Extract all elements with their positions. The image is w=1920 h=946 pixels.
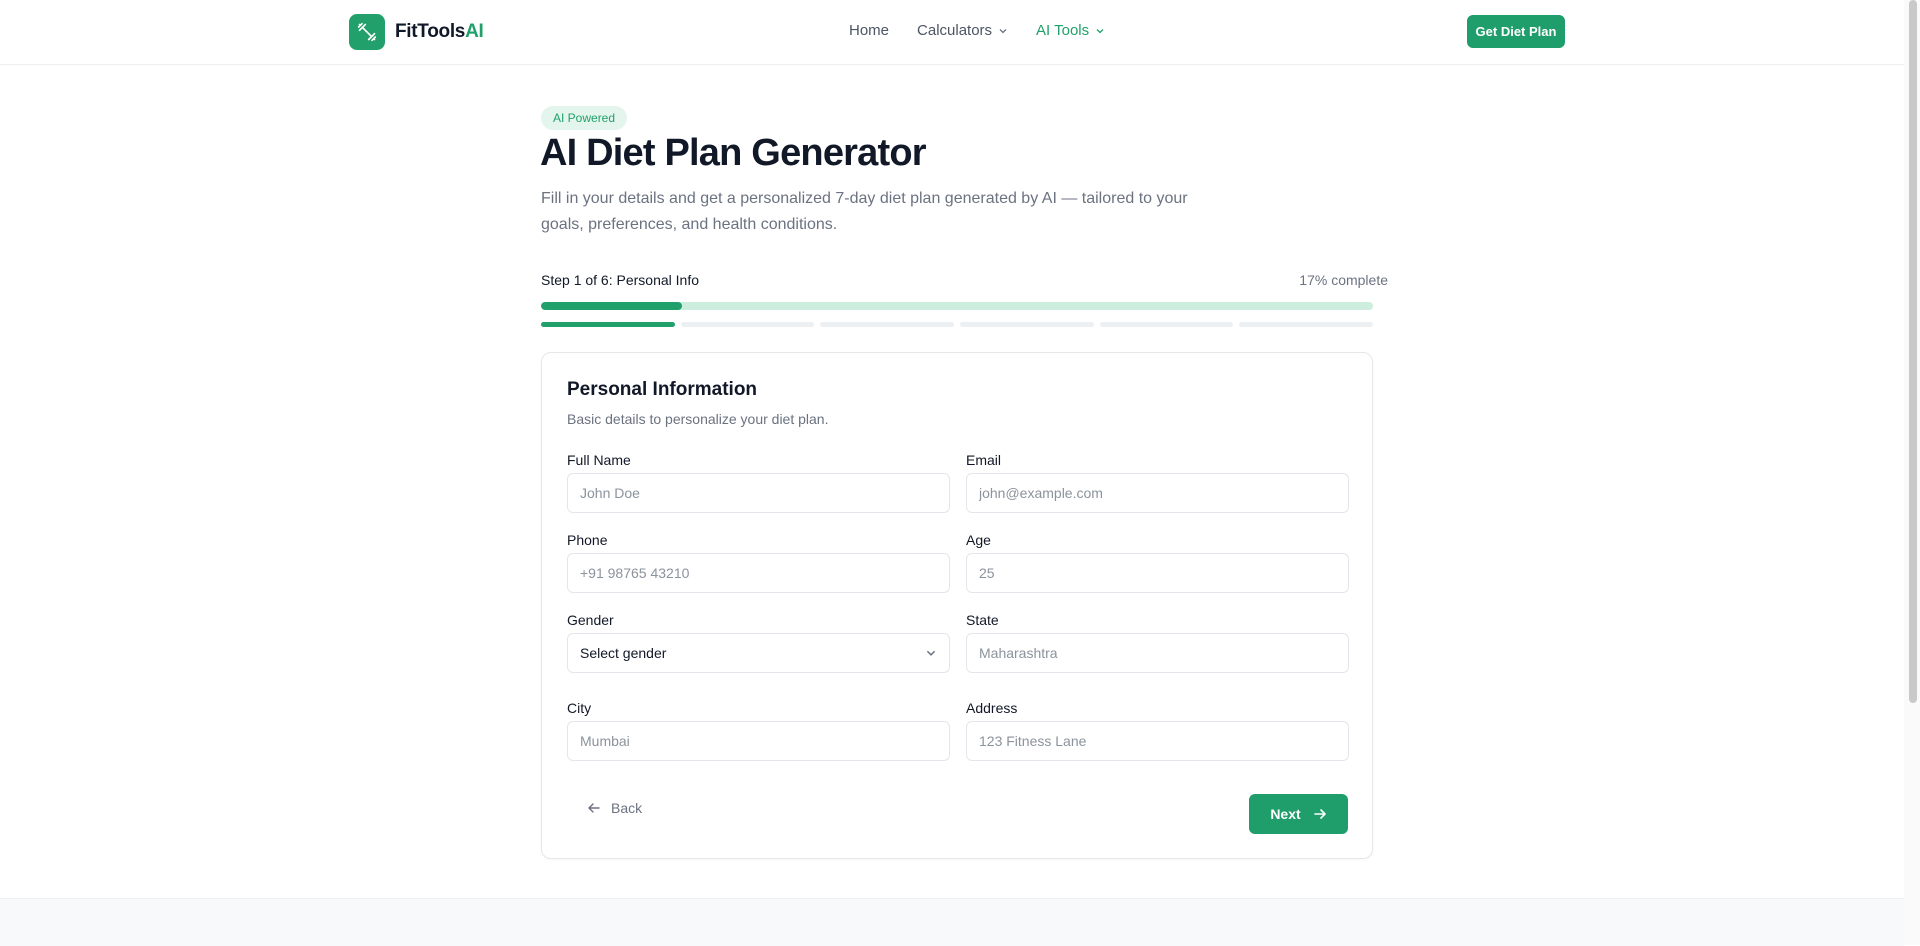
- phone-field: Phone: [567, 532, 950, 593]
- gender-field: Gender Select gender: [567, 612, 950, 673]
- page-scrollbar[interactable]: [1904, 0, 1920, 945]
- weights-icon: [349, 14, 385, 50]
- nav-home[interactable]: Home: [849, 22, 889, 39]
- brand-logo[interactable]: FitToolsAI: [349, 14, 484, 50]
- main-nav: Home Calculators AI Tools: [849, 22, 1105, 39]
- city-input[interactable]: [567, 721, 950, 761]
- step-segment-6: [1239, 322, 1374, 327]
- gender-select-value: Select gender: [580, 645, 667, 661]
- next-button[interactable]: Next: [1249, 794, 1348, 834]
- full-name-label: Full Name: [567, 452, 631, 468]
- card-description: Basic details to personalize your diet p…: [567, 411, 829, 427]
- ai-powered-badge: AI Powered: [541, 106, 628, 130]
- email-field: Email: [966, 452, 1349, 513]
- state-input[interactable]: [966, 633, 1349, 673]
- city-field: City: [567, 700, 950, 761]
- get-diet-plan-button[interactable]: Get Diet Plan: [1467, 15, 1565, 48]
- nav-ai-tools[interactable]: AI Tools: [1036, 22, 1105, 39]
- nav-calculators[interactable]: Calculators: [917, 22, 1008, 39]
- step-segment-5: [1099, 322, 1234, 327]
- scrollbar-thumb[interactable]: [1909, 0, 1917, 703]
- step-segment-1: [541, 322, 675, 327]
- address-input[interactable]: [966, 721, 1349, 761]
- arrow-left-icon: [588, 803, 600, 813]
- step-segment-4: [960, 322, 1094, 327]
- age-input[interactable]: [966, 553, 1349, 593]
- footer-band: [0, 898, 1904, 946]
- age-label: Age: [966, 532, 991, 548]
- top-navbar: FitToolsAI Home Calculators AI Tools Get…: [0, 0, 1904, 65]
- back-button[interactable]: Back: [587, 800, 642, 816]
- state-field: State: [966, 612, 1349, 673]
- age-field: Age: [966, 532, 1349, 593]
- state-label: State: [966, 612, 999, 628]
- personal-info-card: Personal Information Basic details to pe…: [541, 352, 1373, 859]
- step-segment-3: [820, 322, 955, 327]
- arrow-right-icon: [1313, 809, 1326, 819]
- step-label: Step 1 of 6: Personal Info: [541, 272, 699, 288]
- next-button-label: Next: [1270, 806, 1301, 822]
- phone-label: Phone: [567, 532, 608, 548]
- chevron-down-icon: [926, 650, 936, 656]
- email-input[interactable]: [966, 473, 1349, 513]
- progress-bar-fill: [541, 302, 683, 310]
- step-segment-2: [680, 322, 815, 327]
- step-indicator: [541, 322, 1374, 327]
- address-label: Address: [966, 700, 1018, 716]
- percent-complete-label: 17% complete: [1299, 272, 1388, 288]
- chevron-down-icon: [1096, 28, 1104, 33]
- full-name-field: Full Name: [567, 452, 950, 513]
- back-button-label: Back: [611, 800, 643, 816]
- gender-select[interactable]: Select gender: [567, 633, 950, 673]
- full-name-input[interactable]: [567, 473, 950, 513]
- email-label: Email: [966, 452, 1002, 468]
- address-field: Address: [966, 700, 1349, 761]
- brand-name: FitToolsAI: [395, 21, 484, 42]
- progress-bar: [541, 302, 1373, 310]
- city-label: City: [567, 700, 592, 716]
- gender-label: Gender: [567, 612, 614, 628]
- chevron-down-icon: [999, 28, 1007, 33]
- page-title: AI Diet Plan Generator: [540, 132, 927, 174]
- brand-accent: AI: [465, 21, 484, 42]
- page-subtitle: Fill in your details and get a personali…: [541, 190, 1188, 233]
- phone-input[interactable]: [567, 553, 950, 593]
- card-title: Personal Information: [567, 379, 758, 400]
